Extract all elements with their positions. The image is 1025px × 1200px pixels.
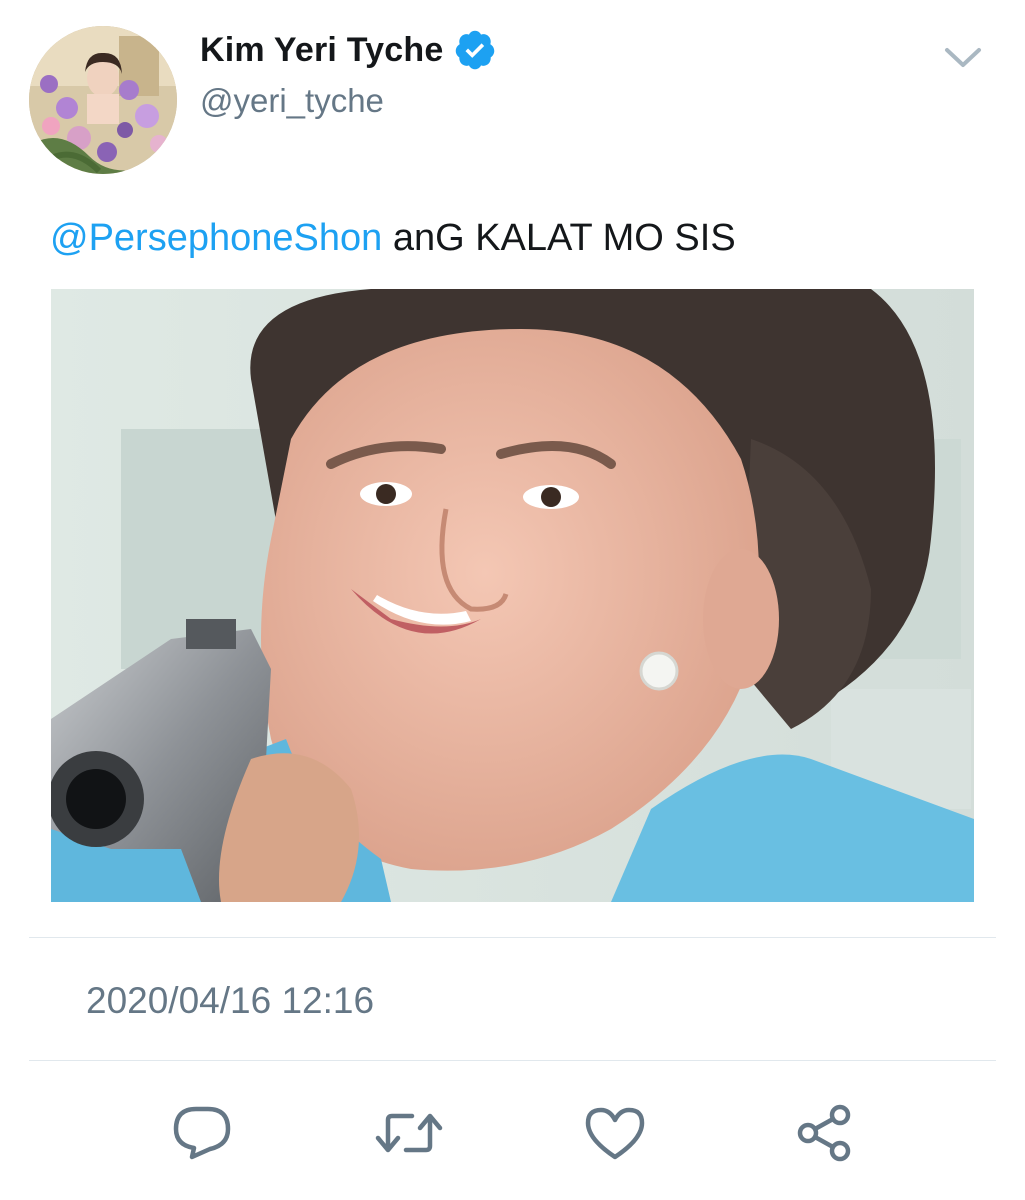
chevron-down-icon bbox=[945, 48, 981, 67]
avatar-photo bbox=[29, 26, 177, 174]
avatar[interactable] bbox=[29, 26, 177, 174]
reply-icon bbox=[173, 1106, 231, 1160]
retweet-button[interactable] bbox=[374, 1098, 444, 1168]
attached-photo[interactable] bbox=[51, 289, 974, 902]
display-name[interactable]: Kim Yeri Tyche bbox=[200, 31, 443, 70]
tweet-body: anG KALAT MO SIS bbox=[382, 217, 736, 259]
retweet-icon bbox=[375, 1113, 443, 1153]
mention-link[interactable]: @PersephoneShon bbox=[50, 217, 382, 259]
author-name-row: Kim Yeri Tyche bbox=[200, 26, 497, 74]
like-button[interactable] bbox=[580, 1098, 650, 1168]
tweet-timestamp[interactable]: 2020/04/16 12:16 bbox=[86, 980, 374, 1022]
reply-button[interactable] bbox=[167, 1098, 237, 1168]
verified-badge-icon bbox=[456, 30, 495, 70]
tweet-text: @PersephoneShon anG KALAT MO SIS bbox=[50, 212, 736, 264]
heart-icon bbox=[585, 1107, 645, 1160]
tweet-menu-button[interactable] bbox=[938, 38, 988, 78]
divider-top bbox=[29, 937, 996, 938]
share-button[interactable] bbox=[789, 1098, 859, 1168]
tweet-card: Kim Yeri Tyche @yeri_tyche @PersephoneSh… bbox=[0, 0, 1025, 1200]
divider-bottom bbox=[29, 1060, 996, 1061]
share-icon bbox=[797, 1104, 851, 1162]
photo-content bbox=[51, 289, 974, 902]
author-handle[interactable]: @yeri_tyche bbox=[200, 82, 384, 120]
